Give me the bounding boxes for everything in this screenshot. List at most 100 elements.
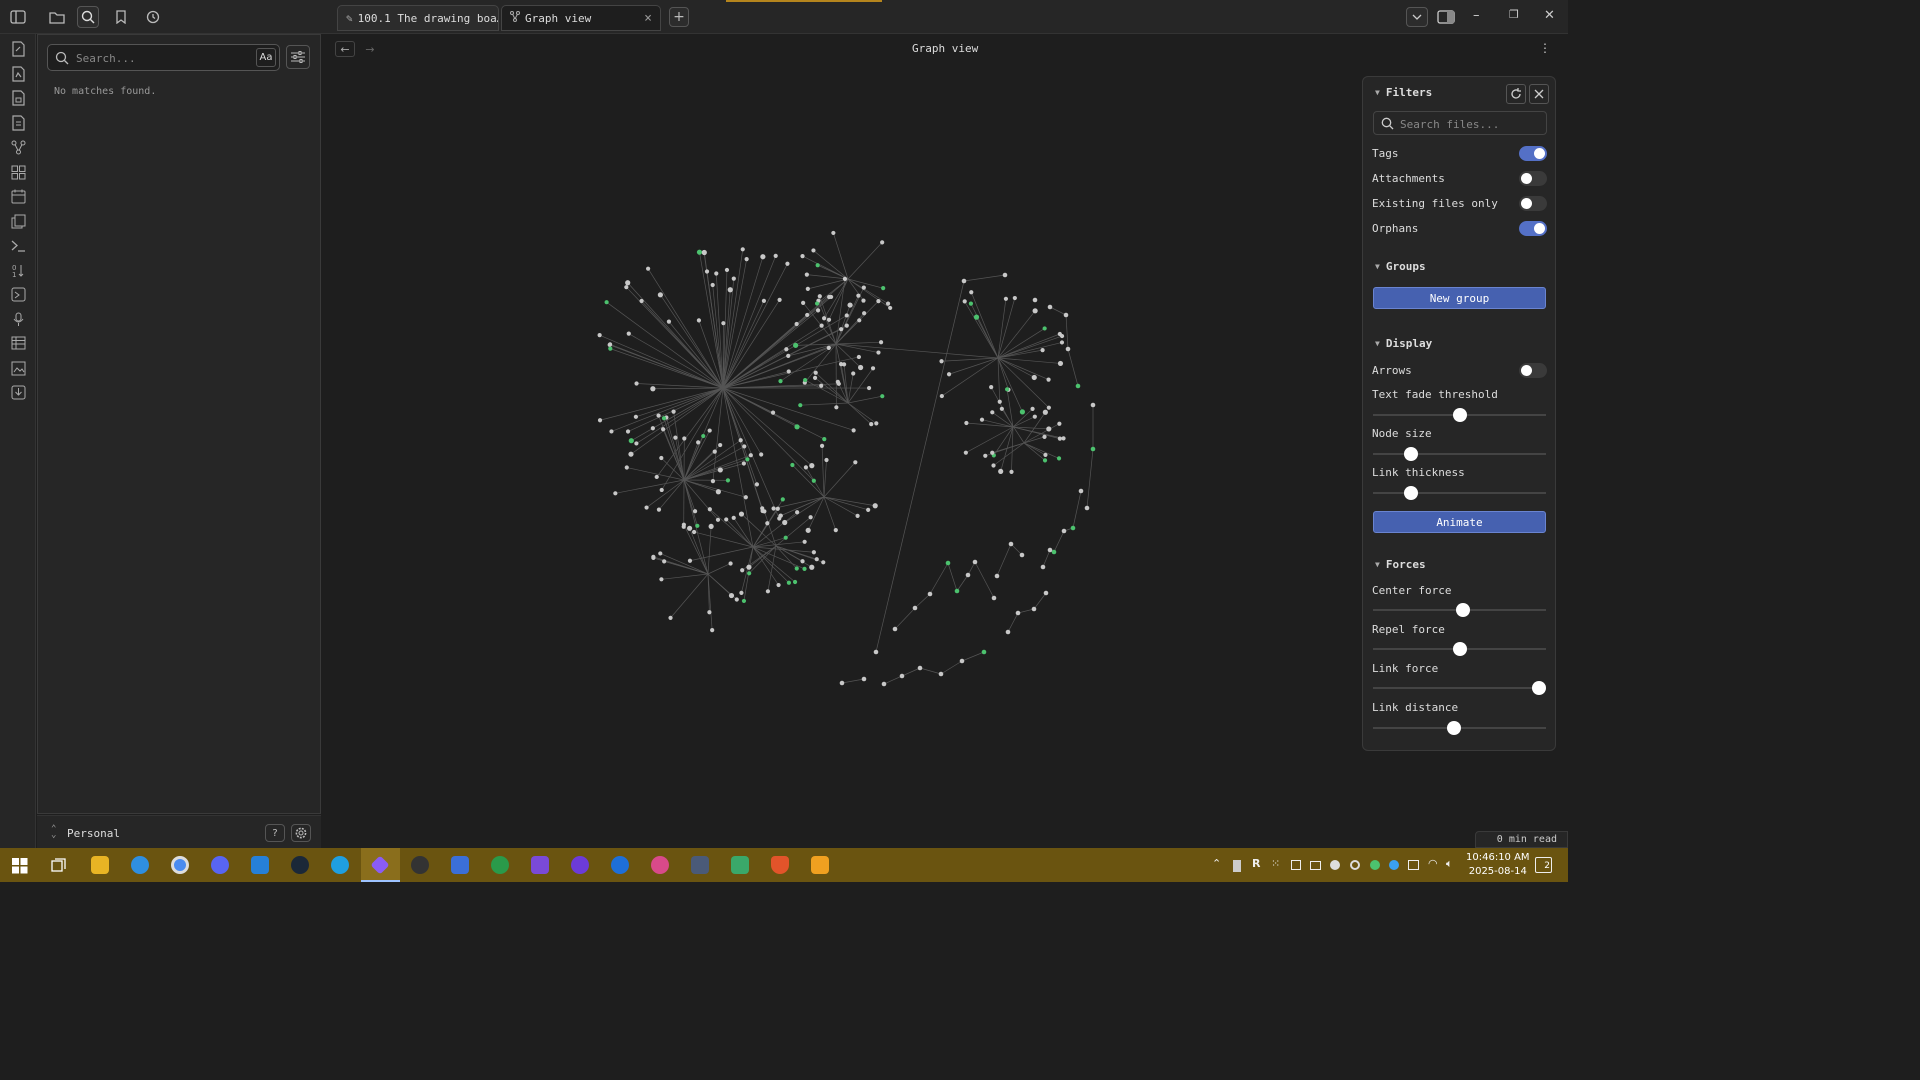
terminal-icon[interactable] <box>9 236 27 254</box>
slider-thumb[interactable] <box>1532 681 1547 695</box>
slider-thumb[interactable] <box>1455 603 1470 617</box>
graph-node-45[interactable] <box>633 414 638 419</box>
graph-node-142[interactable] <box>835 379 840 384</box>
slider-thumb[interactable] <box>1404 447 1419 461</box>
graph-node-283[interactable] <box>994 573 1000 579</box>
graph-node-161[interactable] <box>780 497 785 502</box>
graph-node-215[interactable] <box>1019 409 1026 415</box>
image-icon[interactable] <box>9 359 27 377</box>
tray-steam-icon[interactable] <box>1330 860 1340 870</box>
graph-node-124[interactable] <box>811 248 816 253</box>
graph-node-226[interactable] <box>1057 436 1062 441</box>
graph-node-41[interactable] <box>754 482 760 487</box>
graph-node-46[interactable] <box>607 342 613 347</box>
graph-node-277[interactable] <box>927 591 933 597</box>
graph-node-281[interactable] <box>972 559 978 565</box>
graph-node-62[interactable] <box>628 438 634 444</box>
graph-node-188[interactable] <box>728 561 733 566</box>
graph-node-240[interactable] <box>1057 421 1062 426</box>
graph-node-91[interactable] <box>707 428 712 433</box>
graph-node-156[interactable] <box>803 465 809 470</box>
graph-node-157[interactable] <box>824 457 829 463</box>
canvas-icon[interactable] <box>9 163 27 181</box>
graph-node-213[interactable] <box>1057 360 1064 367</box>
graph-node-25[interactable] <box>727 287 733 293</box>
graph-node-223[interactable] <box>1046 377 1051 382</box>
graph-view-icon[interactable] <box>9 138 27 156</box>
graph-node-211[interactable] <box>1059 340 1065 345</box>
new-tab-button[interactable]: + <box>669 7 689 27</box>
graph-node-65[interactable] <box>856 354 861 360</box>
usb-icon[interactable] <box>1233 860 1241 872</box>
graph-node-237[interactable] <box>979 417 985 422</box>
obs-icon[interactable] <box>411 856 429 874</box>
graph-node-130[interactable] <box>885 301 891 306</box>
graph-node-202[interactable] <box>968 301 974 306</box>
browser-icon[interactable] <box>331 856 349 874</box>
graph-node-231[interactable] <box>998 468 1004 475</box>
open-note-icon[interactable] <box>9 65 27 83</box>
volume-icon[interactable]: 🔈︎ <box>1446 857 1453 871</box>
graph-node-0[interactable] <box>866 385 872 391</box>
graph-node-113[interactable] <box>876 298 881 304</box>
graph-node-119[interactable] <box>800 254 805 259</box>
xbox-icon[interactable] <box>491 856 509 874</box>
graph-node-78[interactable] <box>712 449 717 454</box>
graph-node-195[interactable] <box>794 566 799 571</box>
tray-grid-icon[interactable]: ⁙ <box>1271 857 1280 870</box>
graph-node-148[interactable] <box>866 507 871 512</box>
graph-node-206[interactable] <box>1046 405 1051 410</box>
graph-node-179[interactable] <box>681 522 686 527</box>
safari-icon[interactable] <box>131 856 149 874</box>
graph-node-247[interactable] <box>999 406 1004 411</box>
graph-node-42[interactable] <box>624 285 629 290</box>
slider-thumb[interactable] <box>1452 642 1467 656</box>
graph-node-168[interactable] <box>731 515 736 520</box>
graph-node-59[interactable] <box>634 381 639 386</box>
graph-node-110[interactable] <box>876 350 881 355</box>
graph-node-5[interactable] <box>844 323 849 328</box>
graph-node-133[interactable] <box>812 375 818 381</box>
search-icon[interactable] <box>77 6 99 28</box>
graph-node-79[interactable] <box>725 478 731 483</box>
tray-app-icon[interactable] <box>1291 860 1301 870</box>
graph-node-36[interactable] <box>827 294 832 300</box>
graph-node-264[interactable] <box>1084 505 1090 511</box>
graph-node-123[interactable] <box>831 230 836 236</box>
notifications-icon[interactable]: 2 <box>1535 857 1552 873</box>
graph-node-51[interactable] <box>786 369 791 374</box>
graph-node-256[interactable] <box>1005 629 1011 635</box>
graph-node-182[interactable] <box>668 615 673 620</box>
graph-node-220[interactable] <box>973 314 980 320</box>
attachments-toggle[interactable] <box>1519 171 1547 186</box>
graph-node-270[interactable] <box>1047 304 1053 310</box>
graph-node-106[interactable] <box>858 364 864 371</box>
tray-monitor-icon[interactable] <box>1310 861 1321 870</box>
graph-node-37[interactable] <box>731 276 736 281</box>
graph-node-187[interactable] <box>708 523 714 530</box>
existing-files-toggle[interactable] <box>1519 196 1547 211</box>
graph-node-253[interactable] <box>938 671 944 677</box>
graph-node-276[interactable] <box>912 605 918 611</box>
graph-node-94[interactable] <box>717 467 723 473</box>
graph-node-61[interactable] <box>608 346 613 351</box>
graph-node-218[interactable] <box>1042 326 1047 331</box>
graph-node-173[interactable] <box>765 521 770 526</box>
graph-node-126[interactable] <box>815 263 820 268</box>
graph-node-64[interactable] <box>744 257 749 262</box>
link-force-slider[interactable] <box>1373 681 1547 695</box>
filters-header[interactable]: ▼ Filters <box>1375 86 1432 99</box>
vault-switcher[interactable]: ⌃ ⌄ Personal ? <box>37 815 321 848</box>
graph-node-200[interactable] <box>738 511 745 517</box>
search-settings-icon[interactable] <box>286 45 310 69</box>
graph-node-167[interactable] <box>687 558 693 563</box>
graph-node-229[interactable] <box>1061 436 1066 441</box>
graph-node-18[interactable] <box>826 345 831 350</box>
graph-node-146[interactable] <box>819 443 825 448</box>
graph-node-80[interactable] <box>656 413 661 418</box>
graph-node-172[interactable] <box>802 566 807 571</box>
graph-node-147[interactable] <box>833 528 838 533</box>
graph-node-193[interactable] <box>740 568 745 573</box>
graph-node-287[interactable] <box>1047 547 1053 553</box>
graph-node-186[interactable] <box>687 525 693 531</box>
